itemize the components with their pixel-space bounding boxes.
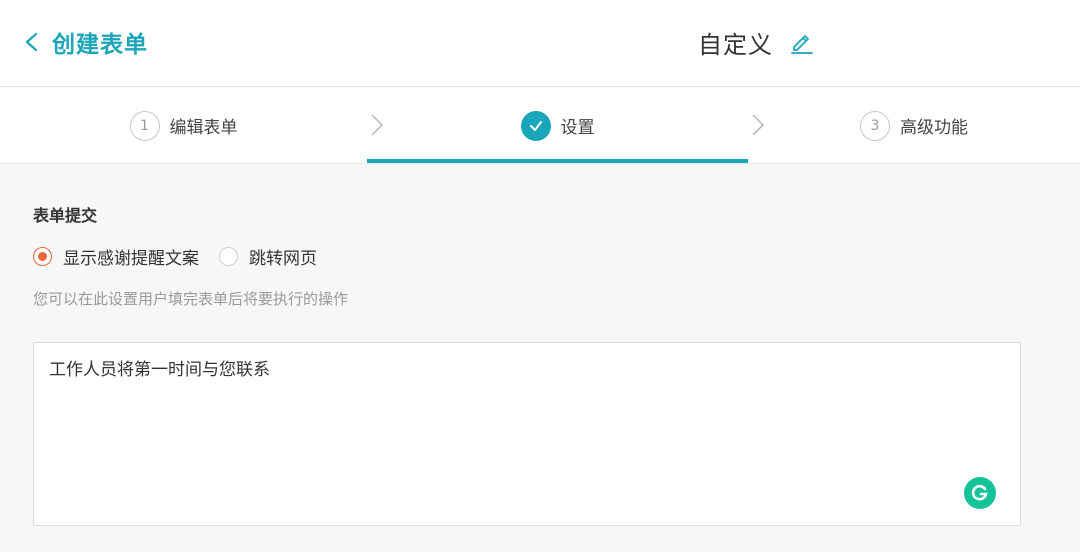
step-navigation: 1 编辑表单 设置 3 高级功能 <box>0 88 1080 164</box>
step-edit-form[interactable]: 1 编辑表单 <box>0 88 367 163</box>
step-label: 编辑表单 <box>169 118 238 138</box>
radio-option-thanks-message[interactable]: 显示感谢提醒文案 <box>33 244 199 269</box>
radio-label: 显示感谢提醒文案 <box>63 248 199 269</box>
submit-action-options: 显示感谢提醒文案 跳转网页 <box>33 244 337 269</box>
thanks-message-textarea[interactable]: 工作人员将第一时间与您联系 <box>33 342 1021 526</box>
step-label: 高级功能 <box>900 118 968 138</box>
step-label: 设置 <box>560 118 595 138</box>
step-number: 1 <box>129 110 160 141</box>
pencil-icon[interactable] <box>789 29 815 55</box>
hint-text: 您可以在此设置用户填完表单后将要执行的操作 <box>33 290 349 308</box>
radio-option-redirect[interactable]: 跳转网页 <box>219 244 317 269</box>
back-button-label: 创建表单 <box>52 32 148 58</box>
form-title-area: 自定义 <box>698 24 815 60</box>
settings-panel: 表单提交 显示感谢提醒文案 跳转网页 您可以在此设置用户填完表单后将要执行的操作… <box>0 165 1080 552</box>
section-title: 表单提交 <box>33 206 98 225</box>
step-settings[interactable]: 设置 <box>367 88 748 163</box>
step-number: 3 <box>860 110 890 141</box>
form-title: 自定义 <box>698 30 773 59</box>
radio-button[interactable] <box>219 246 238 266</box>
radio-button[interactable] <box>33 246 52 266</box>
header-bar: 创建表单 自定义 <box>0 0 1080 87</box>
grammarly-icon[interactable] <box>964 477 996 509</box>
chevron-left-icon <box>25 32 38 52</box>
active-step-indicator <box>367 159 748 163</box>
radio-label: 跳转网页 <box>249 248 317 269</box>
back-button[interactable]: 创建表单 <box>22 26 148 58</box>
step-advanced[interactable]: 3 高级功能 <box>748 88 1080 163</box>
check-icon <box>520 110 551 141</box>
